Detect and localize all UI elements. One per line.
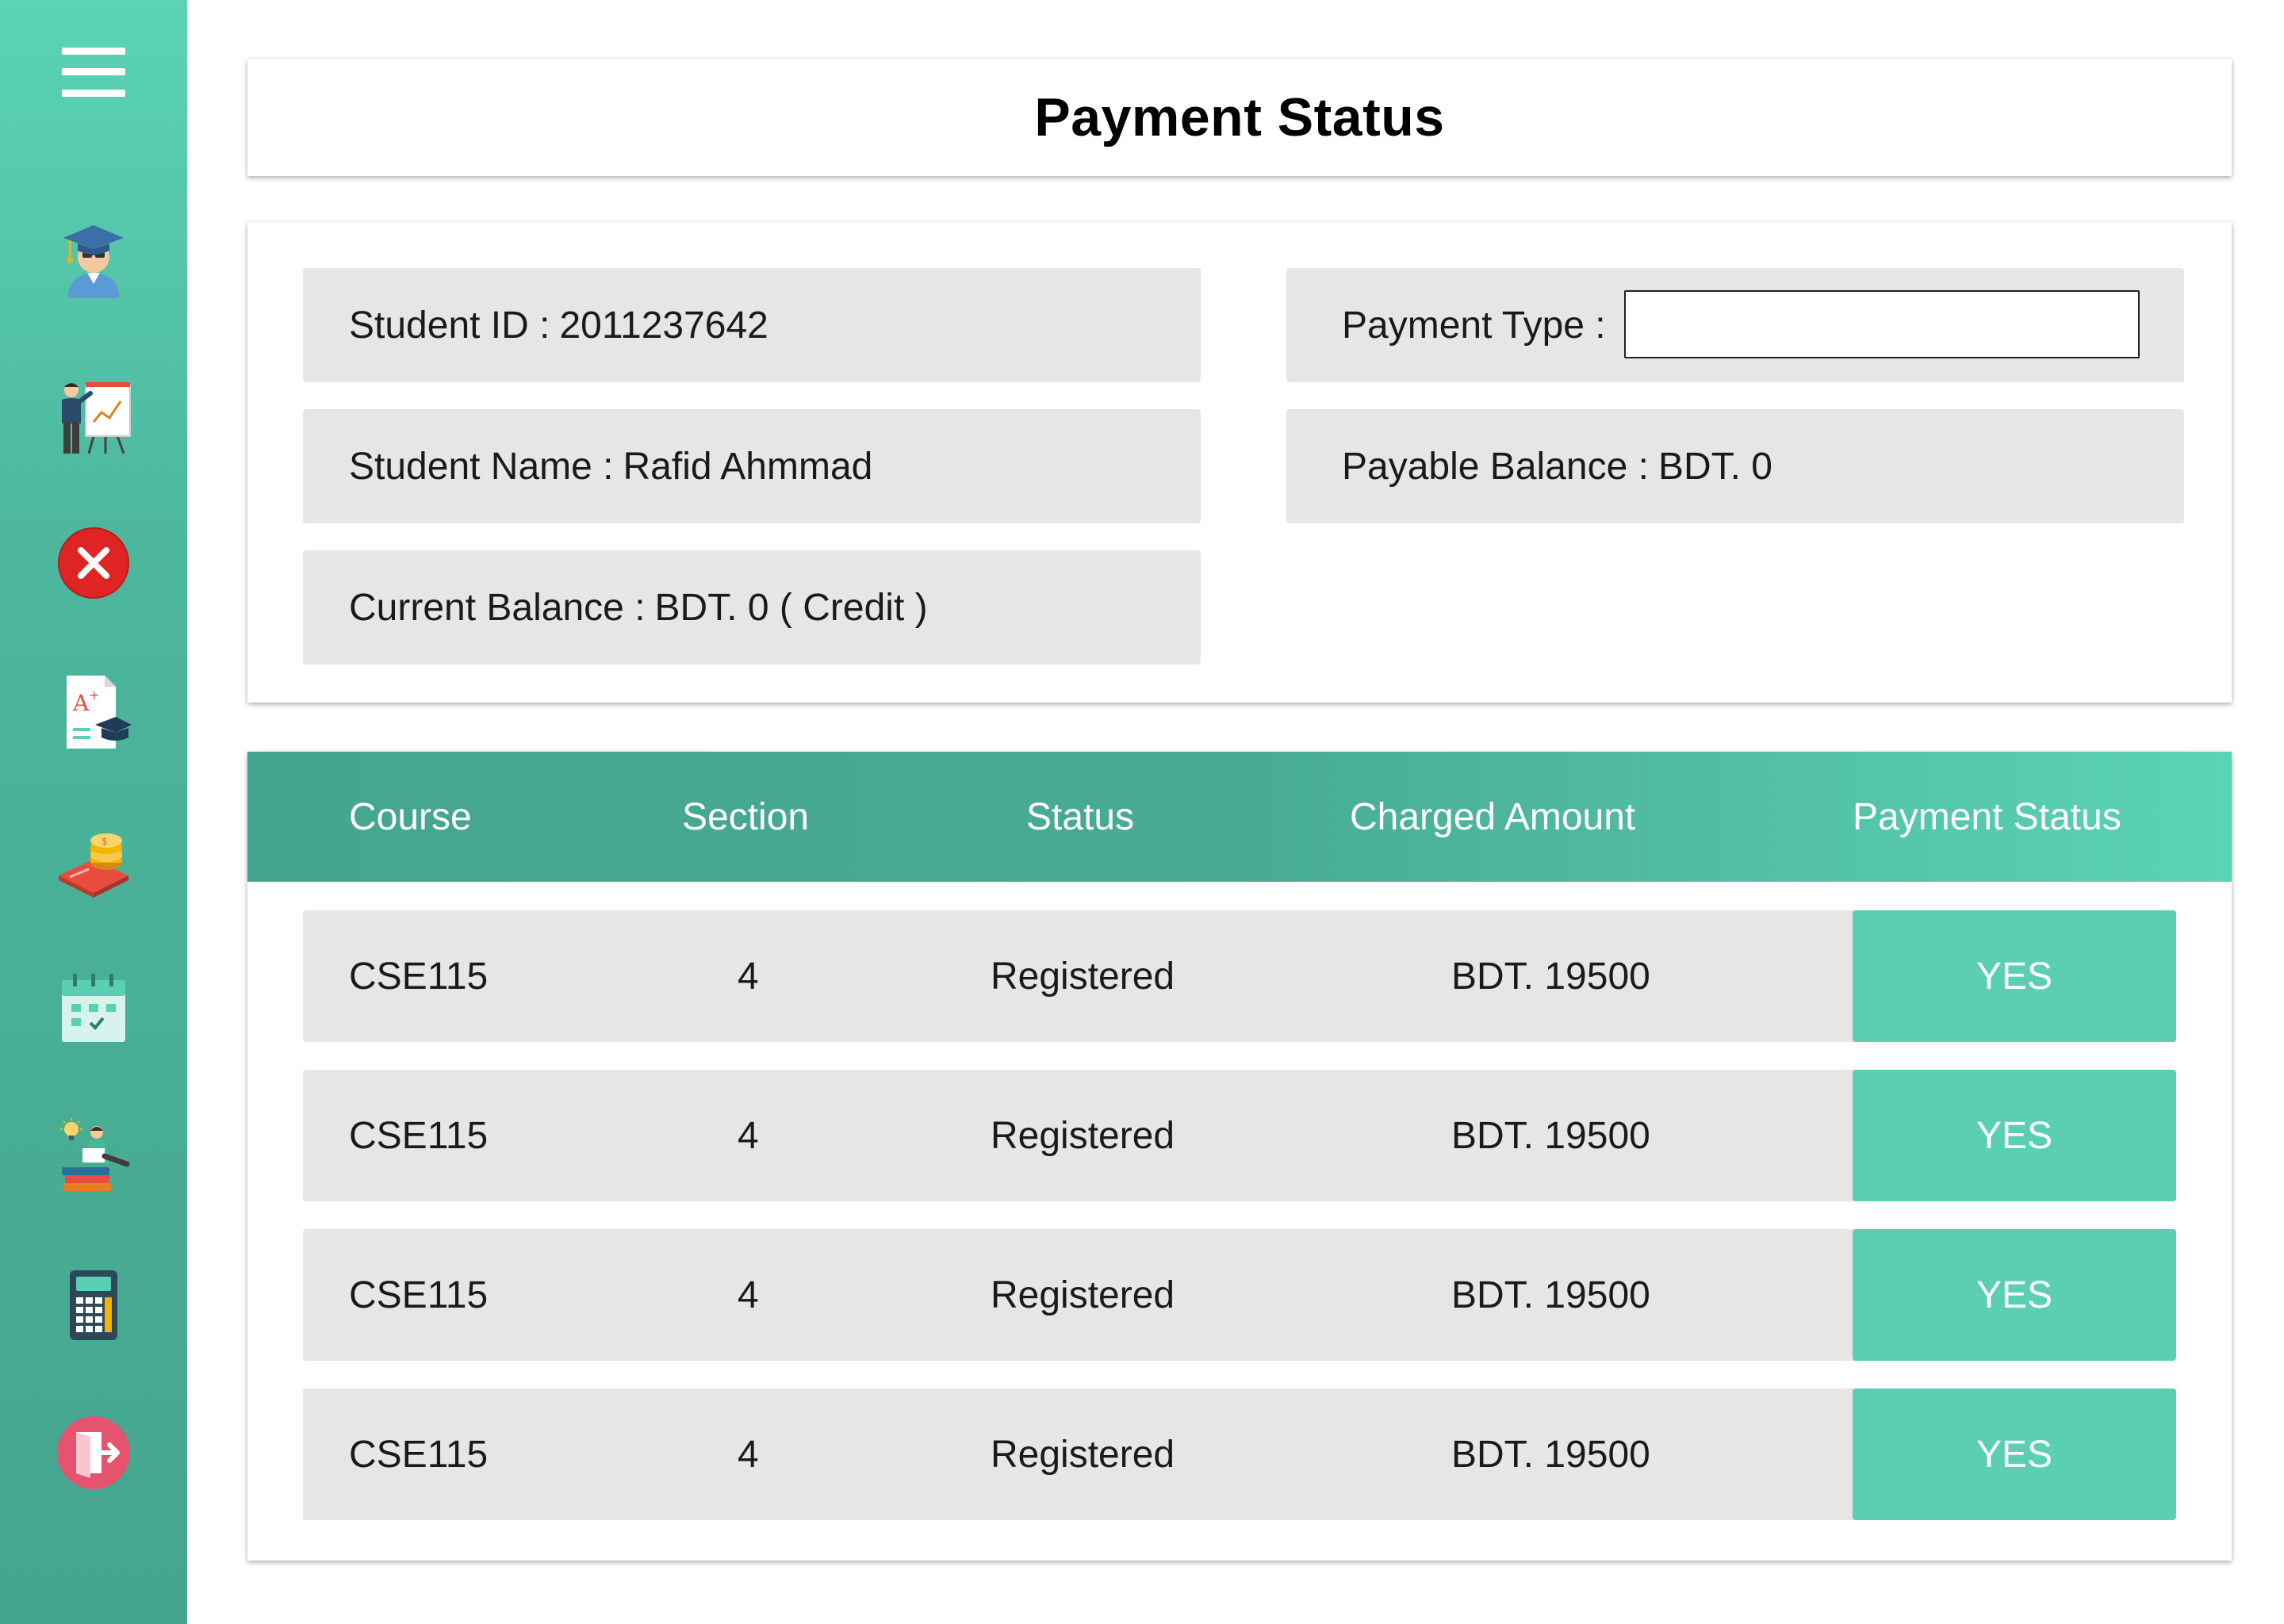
menu-icon[interactable] — [62, 44, 125, 108]
payable-balance-label: Payable Balance : — [1342, 445, 1649, 488]
sidebar: A + $ — [0, 0, 187, 1624]
reading-student-icon[interactable] — [54, 1116, 133, 1196]
charged-amount-cell: BDT. 19500 — [1451, 1114, 1650, 1157]
payment-status-button[interactable]: YES — [1853, 910, 2176, 1042]
column-header-status: Status — [1026, 795, 1135, 838]
student-info-panel: Student ID : 2011237642 Student Name : R… — [247, 222, 2232, 703]
column-header-charged-amount: Charged Amount — [1350, 795, 1636, 838]
close-circle-icon[interactable] — [54, 523, 133, 603]
student-name-value: Rafid Ahmmad — [623, 445, 873, 488]
grade-report-icon[interactable]: A + — [54, 672, 133, 752]
course-cell: CSE115 — [349, 955, 489, 998]
table-row: CSE115 4 Registered BDT. 19500 YES — [303, 1229, 2176, 1361]
svg-text:+: + — [89, 688, 99, 703]
student-id-label: Student ID : — [349, 304, 550, 347]
payment-table: Course Section Status Charged Amount Pay… — [247, 752, 2232, 1561]
payment-status-button[interactable]: YES — [1853, 1070, 2176, 1201]
section-cell: 4 — [738, 1114, 759, 1157]
status-cell: Registered — [991, 1274, 1175, 1316]
current-balance-label: Current Balance : — [349, 586, 646, 629]
student-graduate-icon[interactable] — [54, 219, 133, 298]
column-header-section: Section — [682, 795, 810, 838]
current-balance-box: Current Balance : BDT. 0 ( Credit ) — [303, 550, 1201, 665]
calculator-icon[interactable] — [54, 1266, 133, 1345]
payment-type-label: Payment Type : — [1342, 304, 1606, 347]
course-cell: CSE115 — [349, 1274, 489, 1316]
table-row: CSE115 4 Registered BDT. 19500 YES — [303, 1388, 2176, 1520]
table-header: Course Section Status Charged Amount Pay… — [247, 752, 2232, 882]
svg-text:A: A — [72, 690, 90, 716]
section-cell: 4 — [738, 955, 759, 998]
payment-coins-icon[interactable]: $ — [54, 825, 133, 904]
charged-amount-cell: BDT. 19500 — [1451, 955, 1650, 998]
course-cell: CSE115 — [349, 1433, 489, 1476]
table-row: CSE115 4 Registered BDT. 19500 YES — [303, 910, 2176, 1042]
payment-status-button[interactable]: YES — [1853, 1229, 2176, 1361]
student-name-box: Student Name : Rafid Ahmmad — [303, 409, 1201, 523]
charged-amount-cell: BDT. 19500 — [1451, 1274, 1650, 1316]
charged-amount-cell: BDT. 19500 — [1451, 1433, 1650, 1476]
page-header: Payment Status — [247, 59, 2232, 176]
course-cell: CSE115 — [349, 1114, 489, 1157]
column-header-payment-status: Payment Status — [1853, 795, 2121, 838]
status-cell: Registered — [991, 1433, 1175, 1476]
payment-type-field[interactable] — [1624, 290, 2140, 358]
student-id-box: Student ID : 2011237642 — [303, 268, 1201, 382]
student-id-value: 2011237642 — [559, 304, 768, 347]
payable-balance-value: BDT. 0 — [1657, 445, 1772, 488]
column-header-course: Course — [349, 795, 472, 838]
student-name-label: Student Name : — [349, 445, 614, 488]
calendar-icon[interactable] — [54, 967, 133, 1047]
current-balance-value: BDT. 0 ( Credit ) — [654, 586, 928, 629]
status-cell: Registered — [991, 955, 1175, 998]
table-row: CSE115 4 Registered BDT. 19500 YES — [303, 1070, 2176, 1201]
payable-balance-box: Payable Balance : BDT. 0 — [1286, 409, 2184, 523]
payment-status-button[interactable]: YES — [1853, 1388, 2176, 1520]
section-cell: 4 — [738, 1274, 759, 1316]
teacher-presentation-icon[interactable] — [54, 374, 133, 454]
status-cell: Registered — [991, 1114, 1175, 1157]
section-cell: 4 — [738, 1433, 759, 1476]
page-title: Payment Status — [1034, 87, 1445, 147]
logout-icon[interactable] — [54, 1413, 133, 1492]
svg-text:$: $ — [102, 836, 108, 847]
